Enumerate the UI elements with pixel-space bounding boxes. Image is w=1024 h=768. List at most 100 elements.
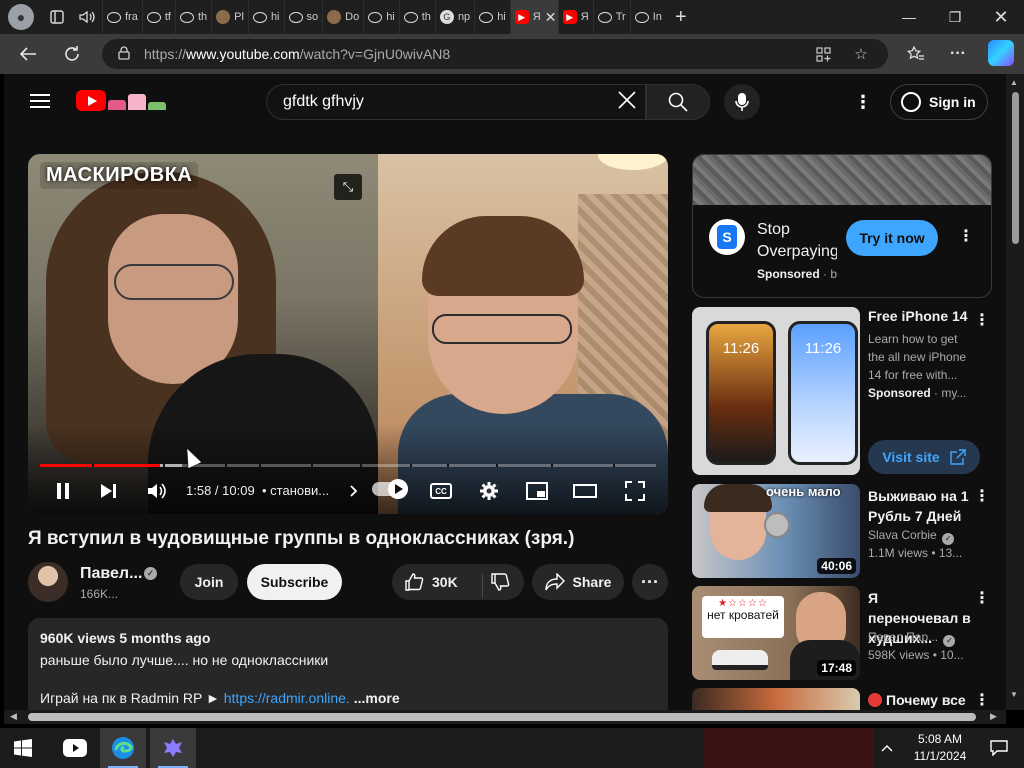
video-menu-icon[interactable]: ⋮ bbox=[974, 486, 990, 506]
tab-label: hi bbox=[270, 11, 280, 23]
app-icon[interactable] bbox=[150, 728, 196, 768]
volume-button[interactable] bbox=[142, 476, 172, 506]
url-field[interactable]: https://www.youtube.com/watch?v=GjnU0wiv… bbox=[102, 39, 888, 69]
chapter-marker bbox=[224, 464, 227, 467]
browser-tab[interactable]: Do bbox=[322, 0, 363, 34]
scrollbar-thumb[interactable] bbox=[28, 713, 976, 721]
join-button[interactable]: Join bbox=[180, 564, 238, 600]
close-tab-icon[interactable]: ✕ bbox=[545, 9, 557, 26]
subscribe-button[interactable]: Subscribe bbox=[247, 564, 342, 600]
miniplayer-button[interactable] bbox=[522, 476, 552, 506]
browser-tab[interactable]: Gnp bbox=[434, 0, 474, 34]
progress-bar[interactable] bbox=[40, 464, 656, 467]
share-button[interactable]: Share bbox=[532, 564, 624, 600]
description-box[interactable]: 960K views 5 months ago раньше было лучш… bbox=[28, 618, 668, 710]
more-actions-button[interactable]: ··· bbox=[632, 564, 668, 600]
video-player[interactable]: МАСКИРОВКА ⤡ 1:58 / 10:09 • станови... C bbox=[28, 154, 668, 514]
tab-label: In bbox=[652, 11, 662, 23]
settings-button[interactable] bbox=[474, 476, 504, 506]
speaker-icon[interactable] bbox=[72, 0, 102, 34]
show-hidden-icons-icon[interactable] bbox=[872, 728, 902, 768]
browser-tab[interactable]: hi bbox=[474, 0, 510, 34]
copilot-icon[interactable] bbox=[988, 40, 1014, 66]
recommended-video[interactable]: очень мало 40:06 Выживаю на 1 Рубль 7 Дн… bbox=[692, 484, 1002, 578]
description-link[interactable]: https://radmir.online. bbox=[224, 690, 350, 706]
like-button[interactable]: 30K bbox=[404, 572, 458, 592]
search-button[interactable] bbox=[646, 84, 710, 120]
notifications-icon[interactable] bbox=[976, 728, 1022, 768]
close-window-button[interactable]: ✕ bbox=[978, 0, 1024, 34]
pause-button[interactable] bbox=[48, 476, 78, 506]
recommended-video[interactable]: ★☆☆☆☆ нет кроватей 17:48 Я переночевал в… bbox=[692, 586, 1002, 680]
search-icon bbox=[252, 11, 267, 23]
browser-tab[interactable]: th bbox=[174, 0, 211, 34]
edge-browser-icon[interactable] bbox=[100, 728, 146, 768]
windows-taskbar: 5:08 AM 11/1/2024 bbox=[0, 728, 1024, 768]
captions-button[interactable]: CC bbox=[426, 476, 456, 506]
show-more-button[interactable]: ...more bbox=[354, 690, 400, 706]
promo-title[interactable]: Free iPhone 14 bbox=[868, 308, 968, 324]
expand-icon[interactable]: ⤡ bbox=[334, 174, 362, 200]
new-tab-button[interactable]: + bbox=[666, 6, 696, 29]
channel-avatar[interactable] bbox=[28, 562, 68, 602]
tab-label: Pl bbox=[234, 11, 244, 23]
next-button[interactable] bbox=[94, 476, 124, 506]
browser-tab[interactable]: hi bbox=[247, 0, 284, 34]
browser-tab[interactable]: Tr bbox=[592, 0, 630, 34]
browser-tab[interactable]: th bbox=[398, 0, 435, 34]
chapter-title[interactable]: • станови... bbox=[262, 483, 329, 498]
horizontal-scrollbar[interactable]: ◀ ▶ bbox=[4, 710, 1006, 724]
promo-thumbnail[interactable]: 11:26 11:26 bbox=[692, 307, 860, 475]
profile-icon[interactable]: ● bbox=[8, 4, 34, 30]
channel-name[interactable]: Павел... bbox=[80, 565, 142, 583]
play-icon bbox=[388, 479, 408, 499]
dislike-button[interactable] bbox=[490, 572, 510, 595]
browser-tab[interactable]: fra bbox=[102, 0, 142, 34]
ad-menu-icon[interactable]: ⋮ bbox=[958, 226, 974, 246]
browser-tab[interactable]: hi bbox=[363, 0, 399, 34]
browser-tab[interactable]: so bbox=[283, 0, 323, 34]
browser-tab[interactable]: In bbox=[629, 0, 666, 34]
fullscreen-button[interactable] bbox=[620, 476, 650, 506]
browser-tab[interactable]: ▶ Я bbox=[557, 0, 593, 34]
site-icon bbox=[327, 10, 342, 24]
youtube-app-icon[interactable] bbox=[52, 728, 98, 768]
recommended-video[interactable]: Почему все ⋮ bbox=[692, 688, 1002, 710]
voice-search-button[interactable] bbox=[724, 84, 760, 120]
favorite-star-icon[interactable]: ☆ bbox=[850, 43, 872, 65]
video-menu-icon[interactable]: ⋮ bbox=[974, 690, 990, 710]
refresh-button[interactable] bbox=[58, 40, 86, 68]
clear-search-icon[interactable] bbox=[616, 90, 638, 112]
maximize-button[interactable]: ❐ bbox=[932, 0, 978, 34]
app-available-icon[interactable] bbox=[812, 43, 834, 65]
search-input[interactable]: gfdtk gfhvjy bbox=[266, 84, 646, 120]
scrollbar-thumb[interactable] bbox=[1012, 92, 1019, 244]
menu-icon[interactable] bbox=[30, 94, 50, 108]
video-menu-icon[interactable]: ⋮ bbox=[974, 588, 990, 608]
try-it-now-button[interactable]: Try it now bbox=[846, 220, 938, 256]
browser-tab[interactable]: ▶ Я ✕ bbox=[509, 0, 558, 34]
sponsored-ad-card[interactable]: S Stop Overpaying Sponsored · b bbox=[692, 154, 992, 298]
chapter-chevron-icon[interactable] bbox=[344, 476, 364, 506]
promo-menu-icon[interactable]: ⋮ bbox=[974, 310, 990, 330]
favorites-icon[interactable] bbox=[902, 40, 930, 68]
miniplayer-icon bbox=[526, 482, 548, 500]
more-menu-icon[interactable]: ··· bbox=[944, 40, 972, 68]
visit-site-button[interactable]: Visit site bbox=[868, 440, 980, 474]
pause-icon bbox=[57, 483, 69, 499]
sign-in-button[interactable]: Sign in bbox=[890, 84, 988, 120]
youtube-doodle-logo[interactable] bbox=[108, 92, 168, 110]
video-meta: 598K views • 10... bbox=[868, 648, 964, 662]
youtube-logo[interactable] bbox=[76, 90, 106, 111]
browser-tab[interactable]: tf bbox=[141, 0, 175, 34]
minimize-button[interactable]: — bbox=[886, 0, 932, 34]
theater-mode-button[interactable] bbox=[570, 476, 600, 506]
back-button[interactable] bbox=[14, 40, 42, 68]
autoplay-toggle[interactable] bbox=[372, 479, 408, 499]
vertical-scrollbar[interactable]: ▲ ▼ bbox=[1006, 74, 1024, 710]
system-clock[interactable]: 5:08 AM 11/1/2024 bbox=[906, 731, 974, 765]
start-button[interactable] bbox=[0, 728, 46, 768]
browser-tab[interactable]: Pl bbox=[211, 0, 248, 34]
settings-menu-icon[interactable]: ⋮ bbox=[854, 92, 872, 112]
tab-actions-icon[interactable] bbox=[42, 0, 72, 34]
